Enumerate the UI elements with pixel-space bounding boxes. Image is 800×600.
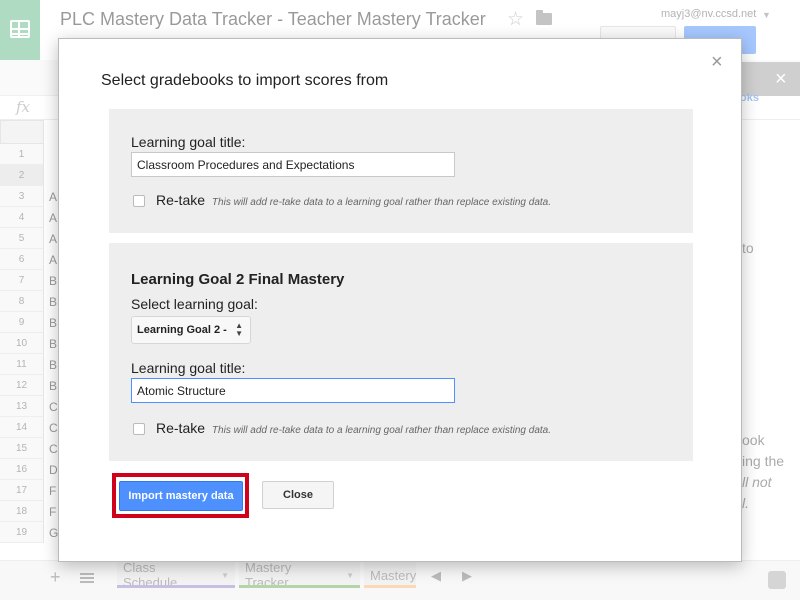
- learning-goal-select-value: Learning Goal 2 -: [137, 324, 227, 336]
- learning-goal-title-input[interactable]: [131, 152, 455, 177]
- import-dialog: Select gradebooks to import scores from …: [58, 38, 742, 562]
- retake-text: Re-take: [156, 192, 206, 208]
- close-icon[interactable]: ×: [711, 51, 723, 74]
- retake-checkbox[interactable]: [133, 423, 145, 435]
- retake-label: Re-take This will add re-take data to a …: [156, 420, 551, 436]
- select-learning-goal-label: Select learning goal:: [131, 296, 258, 312]
- learning-goal-heading: Learning Goal 2 Final Mastery: [131, 271, 345, 288]
- learning-goal-select[interactable]: Learning Goal 2 - ▲ ▼: [131, 316, 251, 344]
- learning-goal-title-label: Learning goal title:: [131, 134, 246, 150]
- select-arrows-icon: ▲ ▼: [235, 321, 243, 338]
- learning-goal-title-label: Learning goal title:: [131, 360, 246, 376]
- retake-hint: This will add re-take data to a learning…: [211, 425, 552, 436]
- dialog-scroll-area[interactable]: Learning goal title: Re-take This will a…: [109, 109, 693, 463]
- dialog-title: Select gradebooks to import scores from: [101, 72, 389, 89]
- learning-goal-panel-1: Learning goal title: Re-take This will a…: [109, 109, 693, 233]
- import-mastery-data-button[interactable]: Import mastery data: [119, 481, 243, 511]
- close-button[interactable]: Close: [262, 481, 334, 509]
- retake-text: Re-take: [156, 420, 206, 436]
- retake-hint: This will add re-take data to a learning…: [211, 197, 552, 208]
- learning-goal-panel-2: Learning Goal 2 Final Mastery Select lea…: [109, 243, 693, 461]
- learning-goal-title-input[interactable]: [131, 378, 455, 403]
- retake-label: Re-take This will add re-take data to a …: [156, 192, 551, 208]
- retake-checkbox[interactable]: [133, 195, 145, 207]
